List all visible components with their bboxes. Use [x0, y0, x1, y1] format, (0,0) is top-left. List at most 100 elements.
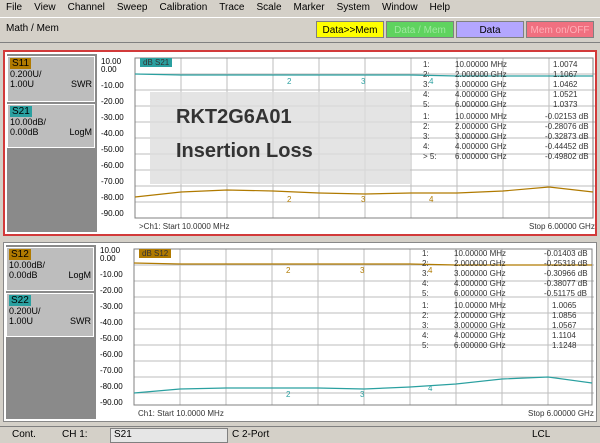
marker-value: -0.38077 dB: [544, 279, 588, 288]
marker-freq: 4.000000 GHz: [454, 331, 506, 340]
start-frequency: >Ch1: Start 10.0000 MHz: [139, 222, 230, 231]
marker-value: 1.0462: [553, 80, 578, 89]
active-trace-field[interactable]: S21: [110, 428, 228, 443]
menu-window[interactable]: Window: [376, 0, 424, 16]
svg-text:2: 2: [287, 195, 292, 204]
y-tick: -90.00: [101, 209, 124, 218]
menu-marker[interactable]: Marker: [288, 0, 331, 16]
marker-freq: 3.000000 GHz: [454, 321, 506, 330]
toolbar-label: Math / Mem: [6, 23, 59, 34]
marker-num: 1:: [422, 301, 429, 310]
marker-num: 5:: [422, 341, 429, 350]
marker-num: 4:: [422, 331, 429, 340]
menu-help[interactable]: Help: [424, 0, 457, 16]
marker-freq: 4.000000 GHz: [455, 90, 507, 99]
marker-num: 2:: [423, 122, 430, 131]
svg-text:3: 3: [360, 266, 365, 275]
marker-num: 4:: [423, 90, 430, 99]
marker-freq: 10.00000 MHz: [454, 301, 507, 310]
y-tick: -30.00: [101, 113, 124, 122]
y-tick: -70.00: [100, 366, 123, 375]
marker-freq: 2.000000 GHz: [455, 70, 507, 79]
marker-value: -0.28076 dB: [545, 122, 589, 131]
data-button[interactable]: Data: [456, 21, 524, 38]
marker-value: 1.1067: [553, 70, 578, 79]
marker-num: 1:: [423, 60, 430, 69]
marker-freq: 4.000000 GHz: [455, 142, 507, 151]
marker-freq: 6.000000 GHz: [454, 289, 506, 298]
menu-trace[interactable]: Trace: [213, 0, 250, 16]
menu-file[interactable]: File: [0, 0, 28, 16]
marker-num: 2:: [422, 311, 429, 320]
marker-freq: 3.000000 GHz: [455, 132, 507, 141]
y-tick: -80.00: [100, 382, 123, 391]
marker-value: 1.0521: [553, 90, 578, 99]
active-trace-label: dB S21: [140, 58, 173, 67]
menu-channel[interactable]: Channel: [62, 0, 111, 16]
y-tick: -40.00: [101, 129, 124, 138]
marker-freq: 6.000000 GHz: [455, 152, 507, 161]
marker-value: 1.0567: [552, 321, 577, 330]
marker-num: 4:: [422, 279, 429, 288]
marker-freq: 3.000000 GHz: [455, 80, 507, 89]
data-to-mem-button[interactable]: Data>>Mem: [316, 21, 384, 38]
data-div-mem-button[interactable]: Data / Mem: [386, 21, 454, 38]
y-tick: -80.00: [101, 193, 124, 202]
marker-freq: 4.000000 GHz: [454, 279, 506, 288]
y-tick: -10.00: [101, 81, 124, 90]
y-tick: -20.00: [100, 286, 123, 295]
marker-value: -0.25318 dB: [544, 259, 588, 268]
start-frequency: Ch1: Start 10.0000 MHz: [138, 409, 224, 418]
marker-value: 1.1104: [552, 331, 576, 340]
annotation-part-number: RKT2G6A01: [176, 106, 292, 128]
marker-labels-top: 2 3 4: [287, 77, 434, 86]
mem-onoff-button[interactable]: Mem on/OFF: [526, 21, 594, 38]
marker-freq: 2.000000 GHz: [454, 311, 506, 320]
menu-scale[interactable]: Scale: [250, 0, 287, 16]
marker-freq: 10.00000 MHz: [454, 249, 507, 258]
channel-indicator: CH 1:: [62, 429, 88, 440]
marker-value: 1.1248: [552, 341, 577, 350]
y-tick: -10.00: [100, 270, 123, 279]
menu-bar: File View Channel Sweep Calibration Trac…: [0, 0, 600, 16]
menu-system[interactable]: System: [331, 0, 376, 16]
svg-text:4: 4: [428, 266, 433, 275]
marker-labels-bottom: 2 3 4: [286, 266, 433, 275]
marker-freq: 3.000000 GHz: [454, 269, 506, 278]
menu-calibration[interactable]: Calibration: [153, 0, 213, 16]
y-tick: -70.00: [101, 177, 124, 186]
marker-value: 1.0074: [553, 60, 578, 69]
marker-num: 3:: [422, 269, 429, 278]
marker-value: -0.51175 dB: [544, 289, 587, 298]
menu-view[interactable]: View: [28, 0, 62, 16]
marker-freq: 6.000000 GHz: [454, 341, 506, 350]
menu-sweep[interactable]: Sweep: [111, 0, 154, 16]
marker-num: 5:: [423, 100, 430, 109]
svg-text:4: 4: [429, 77, 434, 86]
channel-window-bottom[interactable]: S12 10.00dB/ 0.00dB LogM S22 0.200U/ 1.00…: [3, 242, 597, 422]
marker-value: -0.44452 dB: [545, 142, 589, 151]
math-mem-toolbar: Math / Mem Data>>Mem Data / Mem Data Mem…: [0, 17, 600, 43]
annotation-overlay: RKT2G6A01 Insertion Loss: [150, 92, 410, 184]
marker-freq: 2.000000 GHz: [455, 122, 507, 131]
y-tick: -20.00: [101, 97, 124, 106]
stop-frequency: Stop 6.00000 GHz: [529, 222, 595, 231]
marker-num: 3:: [423, 80, 430, 89]
plot-area-bottom[interactable]: 2 3 4 2 3 4: [4, 243, 596, 421]
y-tick: 0.00: [100, 254, 116, 263]
marker-value: 1.0856: [552, 311, 577, 320]
marker-value: 1.0373: [553, 100, 578, 109]
sweep-mode: Cont.: [12, 429, 36, 440]
marker-num: 2:: [422, 259, 429, 268]
marker-num: 1:: [422, 249, 429, 258]
marker-value: -0.01403 dB: [544, 249, 588, 258]
y-tick: -50.00: [101, 145, 124, 154]
svg-text:3: 3: [361, 77, 366, 86]
marker-freq: 10.00000 MHz: [455, 60, 508, 69]
svg-text:2: 2: [287, 77, 292, 86]
cal-status: C 2-Port: [232, 429, 270, 440]
y-tick: -60.00: [101, 161, 124, 170]
y-tick: -90.00: [100, 398, 123, 407]
marker-labels-top-s11: 2 3 4: [287, 195, 434, 204]
y-tick: -60.00: [100, 350, 123, 359]
